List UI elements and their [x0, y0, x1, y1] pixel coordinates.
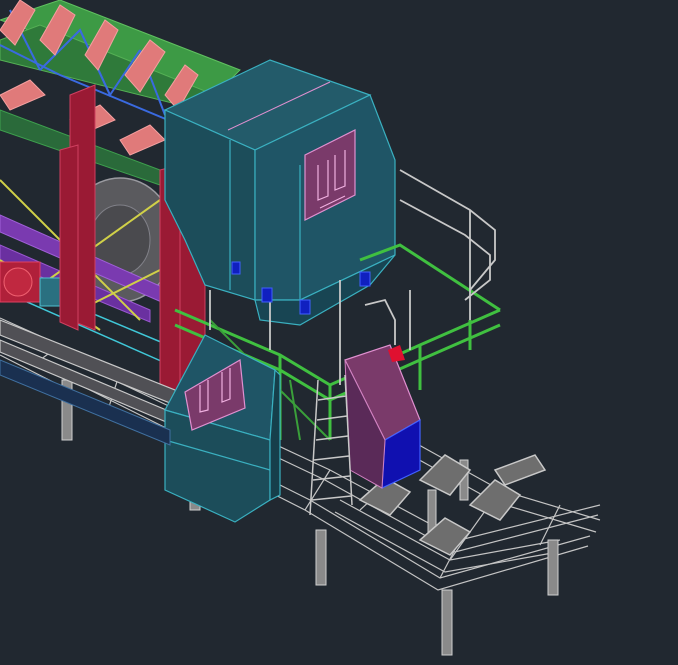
conveyor-drive-3d-model: [0, 0, 601, 656]
cad-model-viewport[interactable]: [0, 0, 678, 665]
